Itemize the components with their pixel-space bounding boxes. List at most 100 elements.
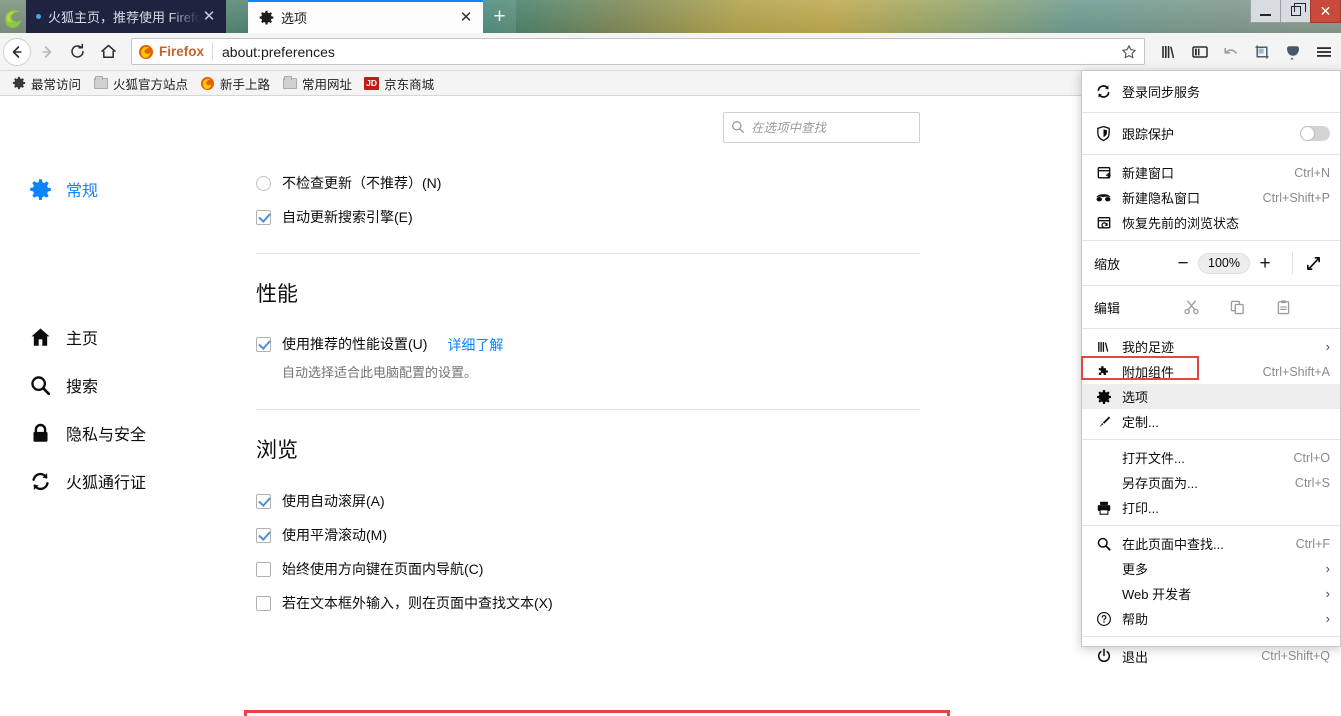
- new-tab-button[interactable]: +: [483, 0, 516, 33]
- sidebar-item-general[interactable]: 常规: [28, 174, 98, 204]
- menu-item-print[interactable]: 打印...: [1082, 495, 1340, 520]
- bookmark-item-most-visited[interactable]: 最常访问: [5, 72, 87, 95]
- sidebar-item-label: 隐私与安全: [66, 427, 147, 444]
- menu-item-shortcut: Ctrl+Shift+P: [1262, 190, 1330, 205]
- bookmark-label: 火狐官方站点: [113, 77, 189, 92]
- menu-item-new-window[interactable]: 新建窗口 Ctrl+N: [1082, 160, 1340, 185]
- sidebar-item-search[interactable]: 搜索: [28, 370, 98, 400]
- sidebar-item-firefox-account[interactable]: 火狐通行证: [28, 466, 146, 496]
- tab-options[interactable]: 选项 ✕: [248, 0, 483, 33]
- menu-item-save-page-as[interactable]: 另存页面为... Ctrl+S: [1082, 470, 1340, 495]
- menu-item-tracking-protection[interactable]: 跟踪保护: [1082, 118, 1340, 149]
- sidebar-item-privacy-security[interactable]: 隐私与安全: [28, 418, 146, 448]
- sidebar-item-home[interactable]: 主页: [28, 322, 98, 352]
- bookmark-item-common-sites[interactable]: 常用网址: [276, 72, 358, 95]
- menu-item-label: 定制...: [1122, 415, 1159, 430]
- menu-divider: [1082, 112, 1340, 113]
- screenshot-icon[interactable]: [1246, 36, 1277, 67]
- app-menu-panel: 登录同步服务 跟踪保护 新建窗口 Ctrl+N 新建隐私窗口 Ctrl+Shif…: [1081, 70, 1341, 665]
- identity-box[interactable]: Firefox: [138, 42, 214, 61]
- undo-icon[interactable]: [1215, 36, 1246, 67]
- autoscroll-row[interactable]: 使用自动滚屏(A): [256, 492, 956, 510]
- restore-button[interactable]: [1280, 0, 1311, 23]
- search-as-you-type-checkbox[interactable]: [256, 596, 271, 611]
- home-icon[interactable]: [93, 36, 124, 67]
- printer-icon: [1094, 498, 1113, 517]
- gear-icon: [11, 76, 26, 91]
- private-window-icon: [1094, 188, 1113, 207]
- bookmark-item-getting-started[interactable]: 新手上路: [194, 72, 276, 95]
- gear-icon: [28, 177, 52, 201]
- menu-divider: [1082, 636, 1340, 637]
- lock-icon: [28, 421, 52, 445]
- learn-more-link[interactable]: 详细了解: [447, 335, 503, 355]
- tracking-protection-toggle[interactable]: [1300, 126, 1330, 141]
- menu-divider: [1082, 328, 1340, 329]
- bookmark-item-firefox-site[interactable]: 火狐官方站点: [87, 72, 194, 95]
- menu-item-sync[interactable]: 登录同步服务: [1082, 76, 1340, 107]
- url-text[interactable]: about:preferences: [213, 44, 1118, 60]
- menu-item-new-private-window[interactable]: 新建隐私窗口 Ctrl+Shift+P: [1082, 185, 1340, 210]
- url-bar[interactable]: Firefox about:preferences: [131, 38, 1145, 65]
- back-arrow-icon[interactable]: [3, 37, 31, 66]
- zoom-level-value[interactable]: 100%: [1198, 252, 1250, 274]
- star-icon[interactable]: [1118, 41, 1140, 63]
- menu-item-quit[interactable]: 退出 Ctrl+Shift+Q: [1082, 642, 1340, 670]
- gear-icon: [258, 10, 274, 26]
- menu-item-addons[interactable]: 附加组件 Ctrl+Shift+A: [1082, 359, 1340, 384]
- menu-item-label: 打印...: [1122, 501, 1159, 516]
- menu-item-library[interactable]: 我的足迹 ›: [1082, 334, 1340, 359]
- autoscroll-checkbox[interactable]: [256, 494, 271, 509]
- menu-item-customize[interactable]: 定制...: [1082, 409, 1340, 434]
- menu-item-label: 新建隐私窗口: [1122, 191, 1201, 206]
- update-option-row[interactable]: 不检查更新（不推荐）(N): [256, 174, 956, 192]
- forward-arrow-icon[interactable]: [31, 36, 62, 67]
- menu-item-restore-session[interactable]: 恢复先前的浏览状态: [1082, 210, 1340, 235]
- minimize-button[interactable]: [1250, 0, 1281, 23]
- option-label: 自动更新搜索引擎(E): [282, 209, 413, 225]
- tab-firefox-home[interactable]: 火狐主页，推荐使用 Firefox 火狐 ✕: [26, 0, 226, 33]
- navigation-toolbar: Firefox about:preferences: [0, 33, 1341, 71]
- menu-item-shortcut: Ctrl+N: [1294, 165, 1330, 180]
- paste-icon[interactable]: [1260, 299, 1306, 316]
- menu-item-label: 我的足迹: [1122, 340, 1175, 355]
- menu-item-open-file[interactable]: 打开文件... Ctrl+O: [1082, 445, 1340, 470]
- menu-divider: [1082, 240, 1340, 241]
- close-button[interactable]: ✕: [1310, 0, 1341, 23]
- tab-loading-dot: [36, 14, 41, 19]
- zoom-out-button[interactable]: −: [1168, 254, 1198, 273]
- pocket-icon[interactable]: [1277, 36, 1308, 67]
- menu-divider: [1082, 285, 1340, 286]
- recommended-performance-checkbox[interactable]: [256, 337, 271, 352]
- library-icon[interactable]: [1153, 36, 1184, 67]
- caret-browsing-row[interactable]: 始终使用方向键在页面内导航(C): [256, 560, 956, 578]
- menu-item-label: Web 开发者: [1122, 587, 1192, 602]
- power-icon: [1094, 647, 1113, 666]
- menu-item-shortcut: Ctrl+Shift+Q: [1261, 649, 1330, 663]
- menu-item-label: 更多: [1122, 562, 1149, 577]
- menu-item-web-developer[interactable]: Web 开发者 ›: [1082, 581, 1340, 606]
- sidebar-icon[interactable]: [1184, 36, 1215, 67]
- performance-recommended-row[interactable]: 使用推荐的性能设置(U) 详细了解: [256, 335, 956, 355]
- search-as-you-type-row[interactable]: 若在文本框外输入，则在页面中查找文本(X): [256, 594, 956, 612]
- gear-icon: [1094, 387, 1113, 406]
- caret-browsing-checkbox[interactable]: [256, 562, 271, 577]
- menu-item-find-in-page[interactable]: 在此页面中查找... Ctrl+F: [1082, 531, 1340, 556]
- smooth-scroll-checkbox[interactable]: [256, 528, 271, 543]
- cut-icon[interactable]: [1168, 299, 1214, 316]
- smooth-scroll-row[interactable]: 使用平滑滚动(M): [256, 526, 956, 544]
- reload-icon[interactable]: [62, 36, 93, 67]
- copy-icon[interactable]: [1214, 299, 1260, 316]
- hamburger-menu-icon[interactable]: [1308, 36, 1339, 67]
- no-update-radio[interactable]: [256, 176, 271, 191]
- search-engine-update-row[interactable]: 自动更新搜索引擎(E): [256, 208, 956, 226]
- close-icon[interactable]: ✕: [457, 9, 475, 27]
- menu-item-options[interactable]: 选项: [1082, 384, 1340, 409]
- zoom-in-button[interactable]: +: [1250, 254, 1280, 273]
- fullscreen-icon[interactable]: [1292, 252, 1322, 274]
- menu-item-more[interactable]: 更多 ›: [1082, 556, 1340, 581]
- menu-item-help[interactable]: 帮助 ›: [1082, 606, 1340, 631]
- close-icon[interactable]: ✕: [200, 8, 218, 26]
- auto-update-search-checkbox[interactable]: [256, 210, 271, 225]
- bookmark-item-jd[interactable]: JD 京东商城: [358, 72, 440, 95]
